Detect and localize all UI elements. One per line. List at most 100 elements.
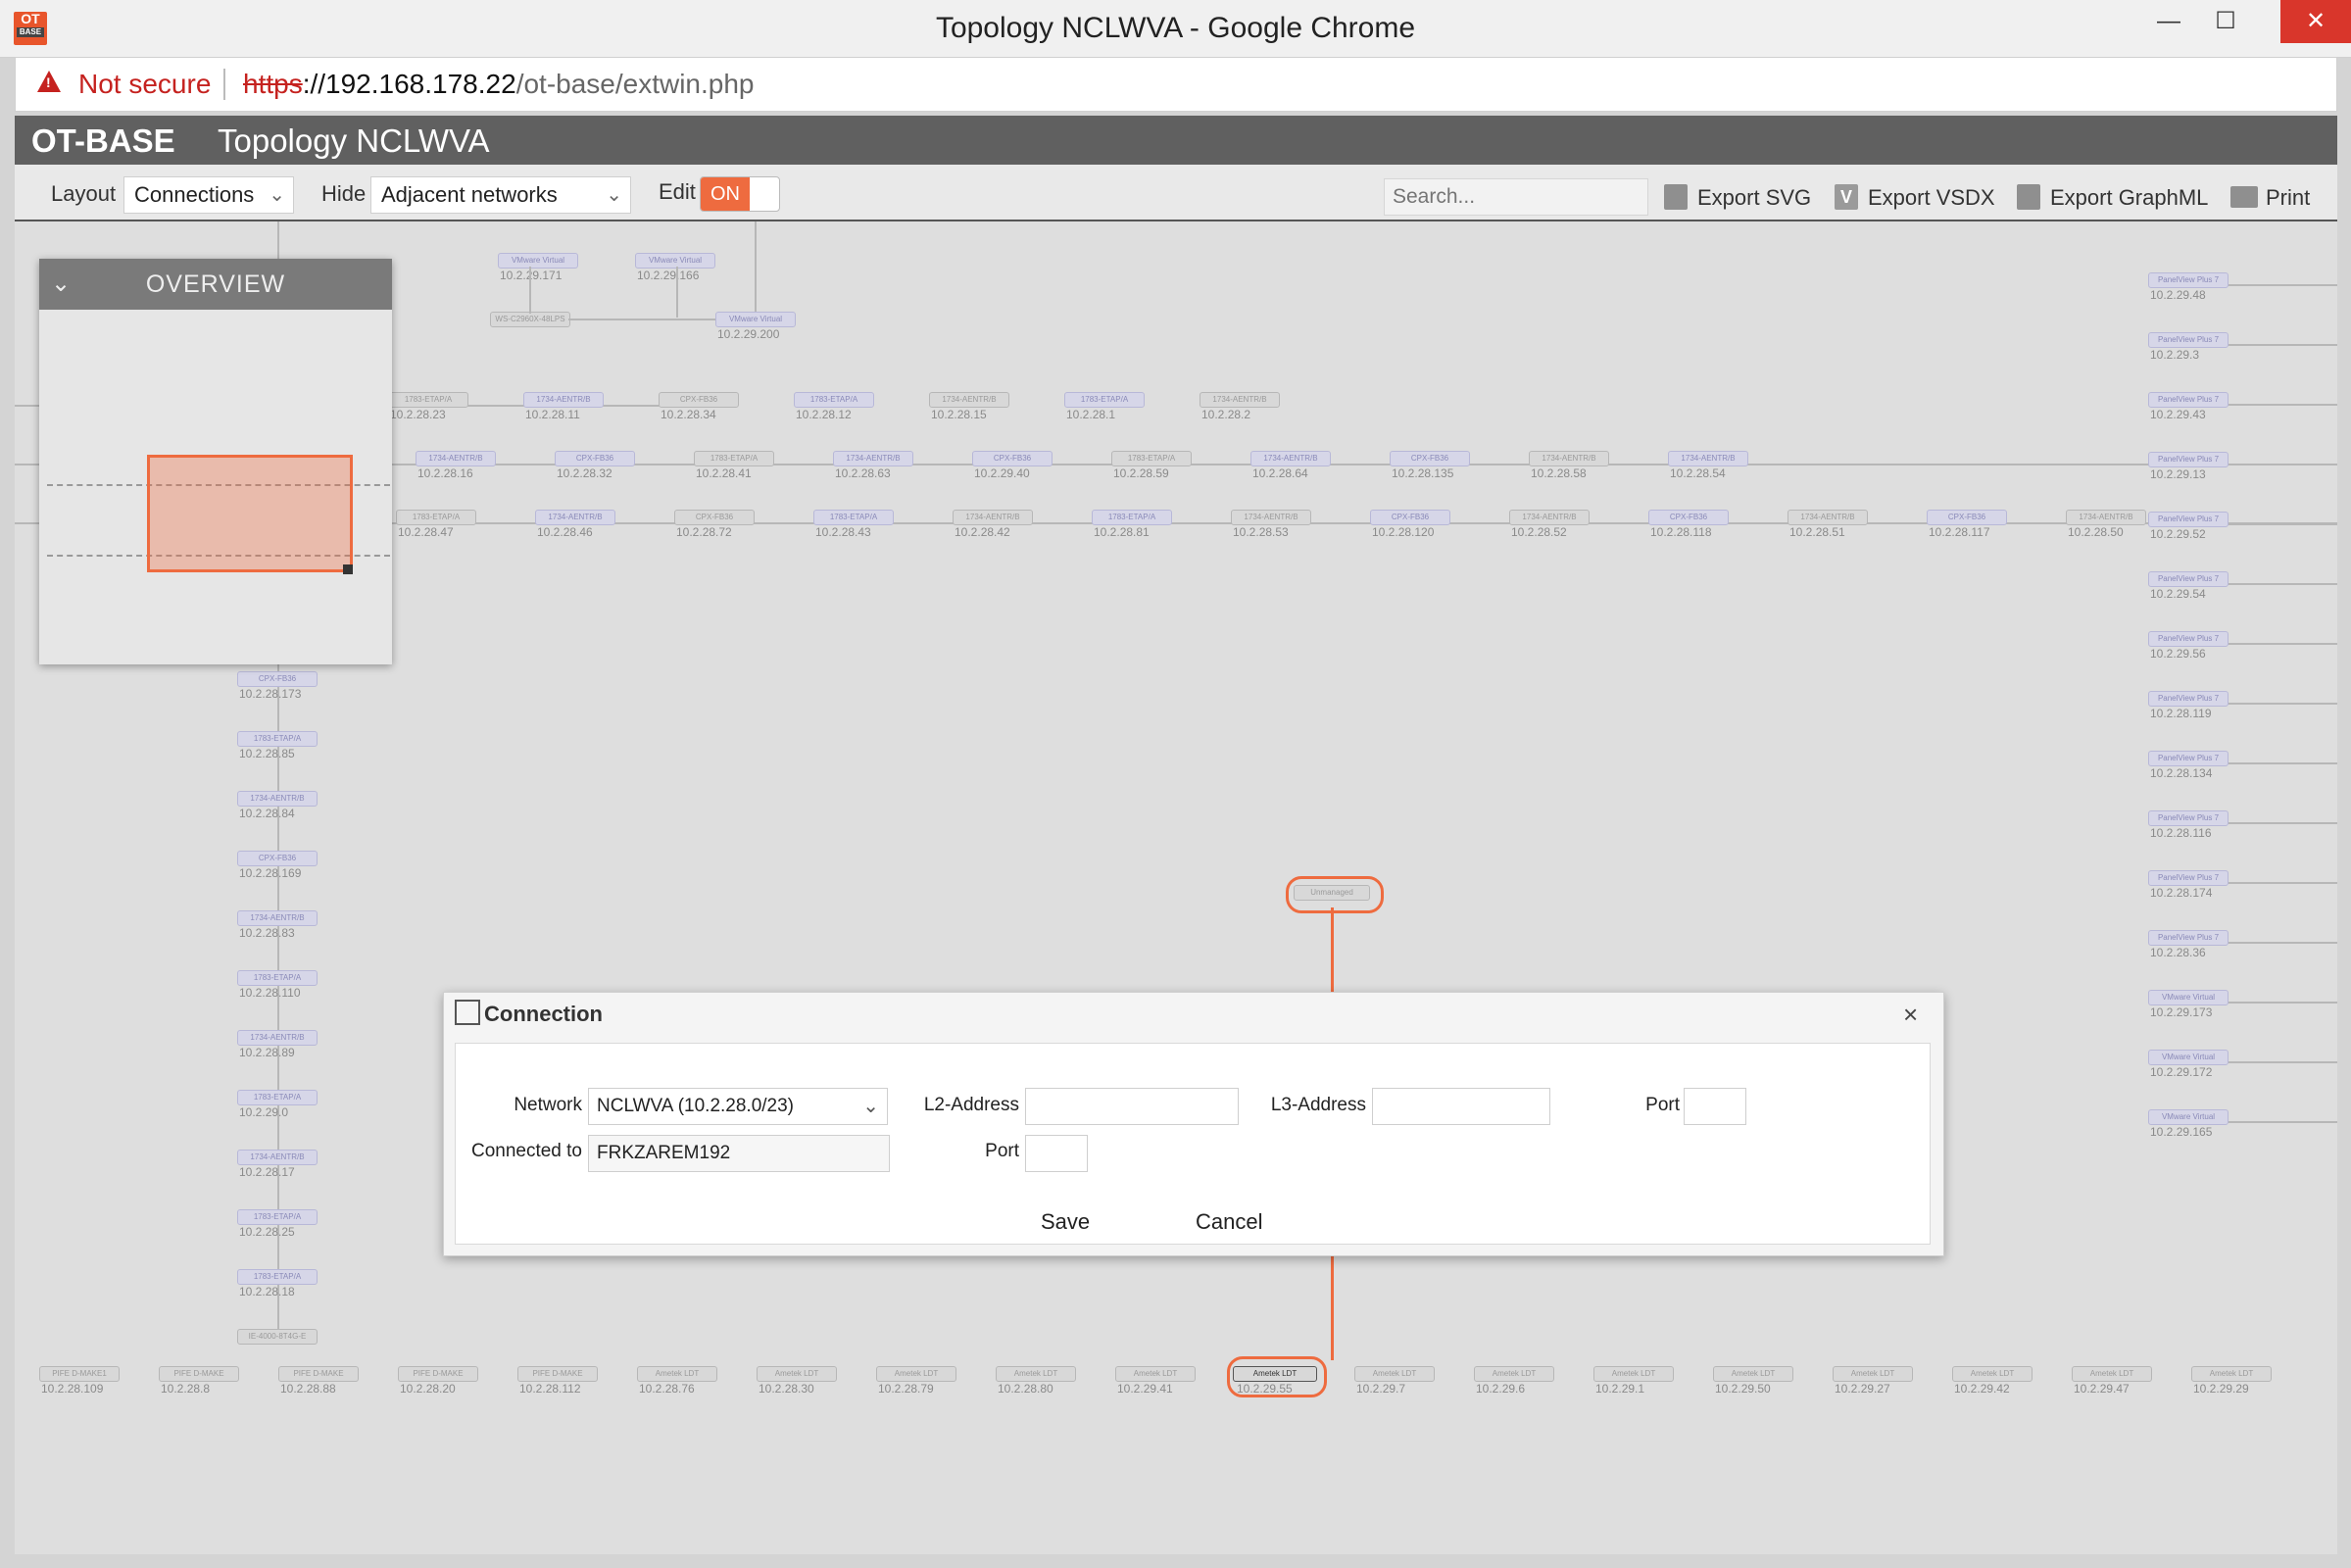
device-node[interactable]: VMware Virtual	[2148, 990, 2229, 1005]
network-link[interactable]	[2225, 583, 2337, 585]
device-node[interactable]: 1734-AENTR/B	[1788, 510, 1868, 525]
device-node[interactable]: 1783-ETAP/A	[794, 392, 874, 408]
network-link[interactable]	[2225, 284, 2337, 286]
device-node[interactable]: Ametek LDT	[757, 1366, 837, 1382]
network-link[interactable]	[2225, 942, 2337, 944]
device-node[interactable]: PanelView Plus 7	[2148, 332, 2229, 348]
device-node[interactable]: 1783-ETAP/A	[1111, 451, 1192, 466]
device-node[interactable]: 1783-ETAP/A	[237, 1269, 318, 1285]
maximize-button[interactable]: ☐	[2191, 0, 2260, 43]
network-link[interactable]	[2225, 1061, 2337, 1063]
device-node[interactable]: 1783-ETAP/A	[1064, 392, 1145, 408]
device-node[interactable]: 1734-AENTR/B	[1231, 510, 1311, 525]
network-link[interactable]	[2225, 344, 2337, 346]
device-node[interactable]: PanelView Plus 7	[2148, 751, 2229, 766]
device-node[interactable]: CPX-FB36	[237, 671, 318, 687]
device-node[interactable]: PanelView Plus 7	[2148, 691, 2229, 707]
cancel-button[interactable]: Cancel	[1196, 1207, 1262, 1237]
connection-line[interactable]	[1331, 1254, 1334, 1360]
device-node[interactable]: Ametek LDT	[2072, 1366, 2152, 1382]
device-node[interactable]: 1734-AENTR/B	[1668, 451, 1748, 466]
device-node[interactable]: 1783-ETAP/A	[237, 1209, 318, 1225]
device-node[interactable]: 1734-AENTR/B	[416, 451, 496, 466]
warning-icon[interactable]	[37, 71, 61, 92]
network-select[interactable]: NCLWVA (10.2.28.0/23) ⌄	[588, 1088, 888, 1125]
l3-address-input[interactable]	[1372, 1088, 1550, 1125]
device-node[interactable]: Ametek LDT	[996, 1366, 1076, 1382]
device-node[interactable]: PIFE D-MAKE	[517, 1366, 598, 1382]
device-node[interactable]: 1734-AENTR/B	[237, 791, 318, 807]
device-node[interactable]: PanelView Plus 7	[2148, 870, 2229, 886]
hide-select[interactable]: Adjacent networks ⌄	[370, 176, 631, 214]
export-graphml-button[interactable]: Export GraphML	[2050, 183, 2208, 213]
device-node[interactable]: PIFE D-MAKE1	[39, 1366, 120, 1382]
device-node[interactable]: PanelView Plus 7	[2148, 571, 2229, 587]
device-node[interactable]: PanelView Plus 7	[2148, 810, 2229, 826]
device-node[interactable]: 1734-AENTR/B	[535, 510, 615, 525]
selected-endpoint-node[interactable]: Ametek LDT	[1233, 1366, 1317, 1382]
device-node[interactable]: WS-C2960X-48LPS	[490, 312, 570, 327]
device-node[interactable]: VMware Virtual	[715, 312, 796, 327]
device-node[interactable]: 1734-AENTR/B	[1529, 451, 1609, 466]
save-button[interactable]: Save	[1041, 1207, 1090, 1237]
device-node[interactable]: Ametek LDT	[1354, 1366, 1435, 1382]
device-node[interactable]: 1783-ETAP/A	[1092, 510, 1172, 525]
network-link[interactable]	[2225, 822, 2337, 824]
device-node[interactable]: PIFE D-MAKE	[278, 1366, 359, 1382]
device-node[interactable]: 1783-ETAP/A	[237, 731, 318, 747]
device-node[interactable]: 1783-ETAP/A	[813, 510, 894, 525]
network-link[interactable]	[676, 267, 678, 318]
device-node[interactable]: CPX-FB36	[674, 510, 755, 525]
export-svg-button[interactable]: Export SVG	[1697, 183, 1811, 213]
close-icon[interactable]: ×	[1903, 1000, 1918, 1029]
device-node[interactable]: VMware Virtual	[2148, 1109, 2229, 1125]
window-close-button[interactable]: ✕	[2280, 0, 2351, 43]
device-node[interactable]: 1783-ETAP/A	[388, 392, 468, 408]
connection-line[interactable]	[1331, 907, 1334, 992]
device-node[interactable]: CPX-FB36	[1648, 510, 1729, 525]
unmanaged-node[interactable]: Unmanaged	[1294, 885, 1370, 901]
device-node[interactable]: PanelView Plus 7	[2148, 512, 2229, 527]
network-link[interactable]	[2225, 1121, 2337, 1123]
device-node[interactable]: PanelView Plus 7	[2148, 452, 2229, 467]
device-node[interactable]: 1783-ETAP/A	[694, 451, 774, 466]
device-node[interactable]: CPX-FB36	[1370, 510, 1450, 525]
network-link[interactable]	[755, 221, 757, 312]
device-node[interactable]: 1783-ETAP/A	[237, 1090, 318, 1105]
device-node[interactable]: 1734-AENTR/B	[929, 392, 1009, 408]
device-node[interactable]: CPX-FB36	[555, 451, 635, 466]
device-node[interactable]: Ametek LDT	[876, 1366, 956, 1382]
network-link[interactable]	[568, 318, 715, 320]
device-node[interactable]: PanelView Plus 7	[2148, 631, 2229, 647]
device-node[interactable]: VMware Virtual	[498, 253, 578, 269]
device-node[interactable]: Ametek LDT	[637, 1366, 717, 1382]
print-button[interactable]: Print	[2266, 183, 2310, 213]
connected-to-field[interactable]: FRKZAREM192	[588, 1135, 890, 1172]
device-node[interactable]: Ametek LDT	[1952, 1366, 2033, 1382]
network-link[interactable]	[2225, 882, 2337, 884]
device-node[interactable]: 1734-AENTR/B	[237, 1030, 318, 1046]
network-link[interactable]	[2225, 643, 2337, 645]
device-node[interactable]: 1734-AENTR/B	[1250, 451, 1331, 466]
device-node[interactable]: Ametek LDT	[1593, 1366, 1674, 1382]
device-node[interactable]: 1734-AENTR/B	[953, 510, 1033, 525]
port-right-input[interactable]	[1684, 1088, 1746, 1125]
device-node[interactable]: Ametek LDT	[1833, 1366, 1913, 1382]
search-input[interactable]	[1384, 178, 1648, 216]
device-node[interactable]: VMware Virtual	[2148, 1050, 2229, 1065]
overview-viewport[interactable]	[147, 455, 353, 572]
network-link[interactable]	[2225, 464, 2337, 466]
device-node[interactable]: VMware Virtual	[635, 253, 715, 269]
device-node[interactable]: Ametek LDT	[1474, 1366, 1554, 1382]
l2-address-input[interactable]	[1025, 1088, 1239, 1125]
network-link[interactable]	[2225, 1002, 2337, 1004]
device-node[interactable]: Ametek LDT	[2191, 1366, 2272, 1382]
overview-resize-handle[interactable]	[343, 564, 353, 574]
device-node[interactable]: CPX-FB36	[1390, 451, 1470, 466]
device-node[interactable]: 1783-ETAP/A	[237, 970, 318, 986]
device-node[interactable]: Ametek LDT	[1115, 1366, 1196, 1382]
device-node[interactable]: 1734-AENTR/B	[237, 1150, 318, 1165]
export-vsdx-button[interactable]: Export VSDX	[1868, 183, 1995, 213]
device-node[interactable]: CPX-FB36	[659, 392, 739, 408]
device-node[interactable]: 1734-AENTR/B	[833, 451, 913, 466]
